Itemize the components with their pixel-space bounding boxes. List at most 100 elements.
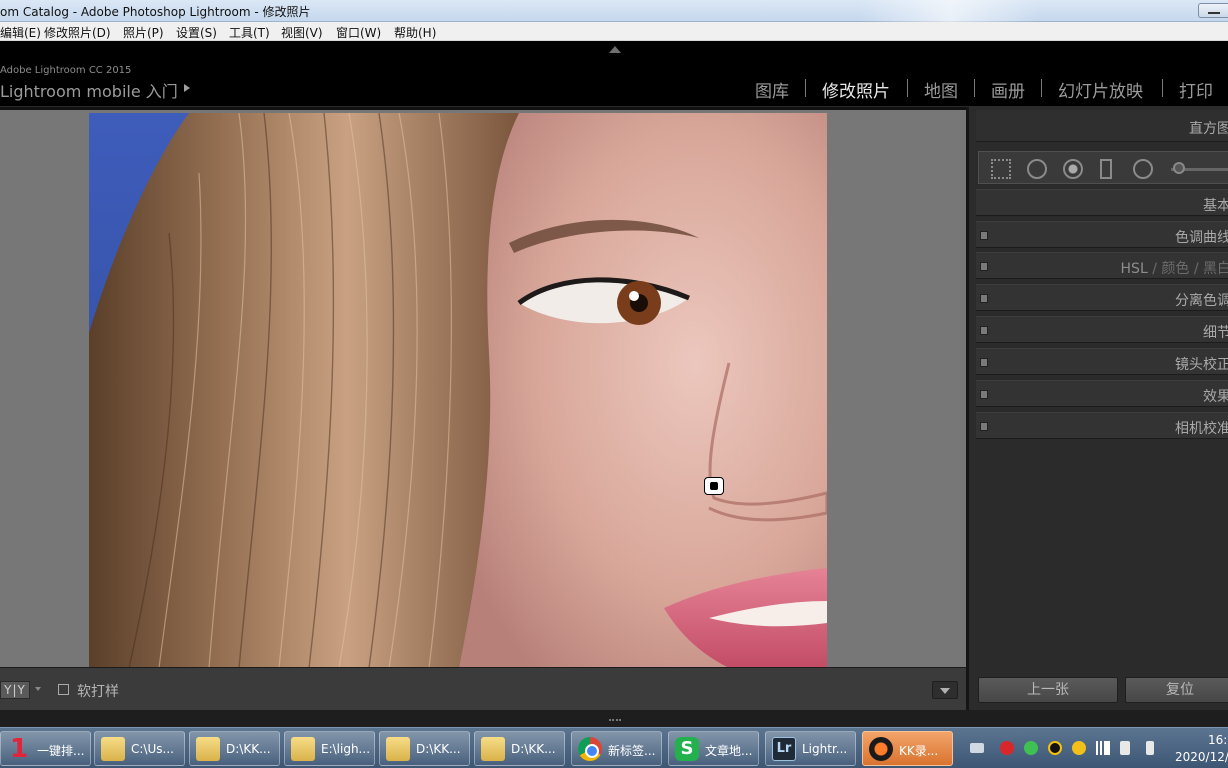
crop-overlay-icon[interactable]	[991, 159, 1011, 179]
identity-bar: Adobe Lightroom CC 2015 Lightroom mobile…	[0, 41, 1228, 107]
taskbar-item[interactable]: Lr Lightr...	[765, 731, 856, 766]
panel-effects[interactable]: 效果	[976, 380, 1228, 407]
menu-window[interactable]: 窗口(W)	[336, 24, 381, 41]
panel-toggle-icon[interactable]	[980, 231, 988, 240]
module-separator	[907, 79, 908, 97]
toolbar-content-dropdown[interactable]	[932, 681, 958, 699]
reset-button[interactable]: 复位	[1125, 677, 1228, 703]
panel-toggle-icon[interactable]	[980, 294, 988, 303]
panel-toggle-icon[interactable]	[980, 358, 988, 367]
spot-removal-icon[interactable]	[1027, 159, 1047, 179]
before-after-view-button[interactable]: Y|Y	[0, 681, 30, 699]
portrait-photo-image	[89, 113, 827, 668]
soft-proof-checkbox[interactable]	[58, 684, 69, 695]
menu-bar: 编辑(E) 修改照片(D) 照片(P) 设置(S) 工具(T) 视图(V) 窗口…	[0, 22, 1228, 41]
taskbar-item[interactable]: D:\KK...	[474, 731, 565, 766]
adjustment-brush-icon[interactable]	[1173, 162, 1185, 174]
security-icon[interactable]	[1072, 741, 1086, 755]
taskbar-item[interactable]: 新标签...	[571, 731, 662, 766]
taskbar-item-label: 一键排...	[37, 744, 85, 758]
folder-icon	[291, 737, 315, 761]
wps-icon: S	[675, 737, 699, 761]
antivirus-icon[interactable]	[1000, 741, 1014, 755]
hand-cursor-icon	[704, 477, 724, 495]
taskbar-item[interactable]: D:\KK...	[189, 731, 280, 766]
clock-time[interactable]: 16:	[1208, 733, 1227, 747]
graduated-filter-icon[interactable]	[1100, 159, 1112, 179]
taskbar-item-label: D:\KK...	[226, 742, 271, 756]
menu-photo[interactable]: 照片(P)	[123, 24, 164, 41]
menu-settings[interactable]: 设置(S)	[176, 24, 217, 41]
taskbar-item[interactable]: 1 一键排...	[0, 731, 91, 766]
soft-proof-label: 软打样	[77, 684, 119, 700]
histogram-panel[interactable]: 直方图	[976, 110, 1228, 142]
taskbar-item-label: 新标签...	[608, 744, 656, 758]
image-work-area[interactable]	[0, 107, 966, 668]
panel-toggle-icon[interactable]	[980, 326, 988, 335]
taskbar-item-active[interactable]: KK录...	[862, 731, 953, 766]
previous-button[interactable]: 上一张	[978, 677, 1118, 703]
menu-edit[interactable]: 编辑(E)	[0, 24, 41, 41]
radial-filter-icon[interactable]	[1133, 159, 1153, 179]
portrait-photo[interactable]	[89, 113, 827, 668]
play-arrow-icon[interactable]	[184, 84, 190, 92]
right-panel-empty-area	[976, 443, 1228, 665]
panel-split-toning[interactable]: 分离色调	[976, 284, 1228, 311]
taskbar-item-label: 文章地...	[705, 744, 753, 758]
lightroom-icon: Lr	[772, 737, 796, 761]
clock-date[interactable]: 2020/12/	[1175, 750, 1228, 764]
develop-toolbar: Y|Y 软打样	[0, 667, 966, 710]
panel-tone-curve-label: 色调曲线	[1175, 230, 1228, 246]
right-panel: 直方图 基本 色调曲线 HSL / 颜色 / 黑白 分离色调 细节 镜头校正 效…	[966, 107, 1228, 710]
minimize-button[interactable]	[1198, 3, 1228, 18]
menu-tools[interactable]: 工具(T)	[229, 24, 270, 41]
red-eye-icon[interactable]	[1063, 159, 1083, 179]
kk-recorder-icon	[869, 737, 893, 761]
module-library[interactable]: 图库	[755, 77, 789, 102]
qq-icon[interactable]	[1048, 741, 1062, 755]
hsl-tab[interactable]: HSL	[1121, 261, 1148, 277]
histogram-label: 直方图	[1189, 121, 1228, 137]
module-print[interactable]: 打印	[1179, 77, 1213, 102]
network-icon[interactable]	[1096, 741, 1110, 755]
usb-device-icon[interactable]	[1120, 741, 1130, 755]
module-develop[interactable]: 修改照片	[822, 77, 890, 102]
menu-develop[interactable]: 修改照片(D)	[44, 24, 111, 41]
module-slideshow[interactable]: 幻灯片放映	[1058, 77, 1143, 102]
volume-icon[interactable]	[1146, 741, 1154, 755]
taskbar-item[interactable]: D:\KK...	[379, 731, 470, 766]
color-tab[interactable]: 颜色	[1161, 261, 1189, 277]
bw-tab[interactable]: 黑白	[1203, 261, 1228, 277]
view-dropdown-icon[interactable]	[35, 687, 41, 691]
menu-view[interactable]: 视图(V)	[281, 24, 323, 41]
folder-icon	[196, 737, 220, 761]
tab-divider: /	[1193, 261, 1203, 277]
panel-camera-calibration[interactable]: 相机校准	[976, 412, 1228, 439]
panel-toggle-icon[interactable]	[980, 262, 988, 271]
mobile-get-started-link[interactable]: Lightroom mobile 入门	[0, 78, 178, 102]
filmstrip-grip-icon[interactable]	[609, 715, 621, 721]
menu-help[interactable]: 帮助(H)	[394, 24, 436, 41]
filmstrip-collapsed-bar	[0, 710, 1228, 727]
taskbar-item[interactable]: S 文章地...	[668, 731, 759, 766]
panel-tone-curve[interactable]: 色调曲线	[976, 221, 1228, 248]
panel-split-toning-label: 分离色调	[1175, 293, 1228, 309]
module-separator	[974, 79, 975, 97]
collapse-top-panel-icon[interactable]	[609, 46, 621, 53]
keyboard-icon[interactable]	[970, 743, 984, 753]
folder-icon	[101, 737, 125, 761]
panel-detail[interactable]: 细节	[976, 316, 1228, 343]
module-book[interactable]: 画册	[991, 77, 1025, 102]
panel-camera-calibration-label: 相机校准	[1175, 421, 1228, 437]
panel-hsl[interactable]: HSL / 颜色 / 黑白	[976, 252, 1228, 279]
wechat-icon[interactable]	[1024, 741, 1038, 755]
panel-lens-corrections[interactable]: 镜头校正	[976, 348, 1228, 375]
panel-basic[interactable]: 基本	[976, 189, 1228, 216]
panel-toggle-icon[interactable]	[980, 422, 988, 431]
panel-toggle-icon[interactable]	[980, 390, 988, 399]
taskbar-item[interactable]: E:\ligh...	[284, 731, 375, 766]
module-map[interactable]: 地图	[924, 77, 958, 102]
taskbar-item-label: C:\Us...	[131, 742, 174, 756]
taskbar-item[interactable]: C:\Us...	[94, 731, 185, 766]
chrome-icon	[578, 737, 602, 761]
